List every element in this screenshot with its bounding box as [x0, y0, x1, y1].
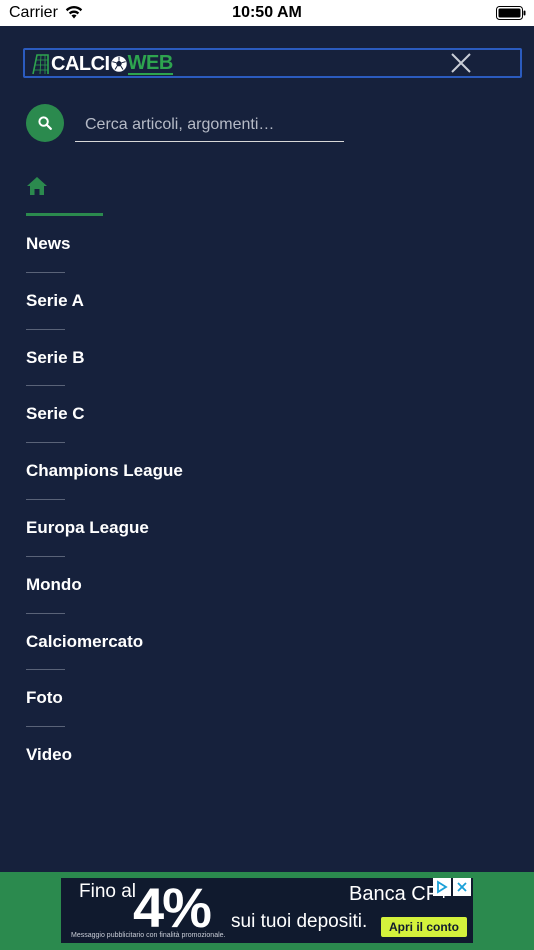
ad-close-icon[interactable] — [453, 878, 471, 896]
ad-rate-text: 4% — [133, 878, 212, 939]
nav-item-serie-a[interactable]: Serie A — [26, 273, 506, 330]
nav-item-label: Serie B — [26, 347, 85, 367]
nav-item-label: Mondo — [26, 574, 82, 594]
football-icon — [110, 56, 127, 72]
logo-text-calci: CALCI — [51, 52, 110, 75]
ad-tagline-text: sui tuoi depositi. — [231, 911, 368, 932]
nav-item-label: Serie A — [26, 290, 84, 310]
logo-text-web: WEB — [127, 52, 173, 75]
nav-item-serie-c[interactable]: Serie C — [26, 386, 506, 444]
search-button[interactable] — [26, 104, 64, 142]
side-menu: CALCI WEB News — [0, 26, 534, 872]
menu-header: CALCI WEB — [23, 48, 522, 78]
clock: 10:50 AM — [232, 4, 302, 21]
status-bar: Carrier 10:50 AM — [0, 0, 534, 26]
calcioweb-logo[interactable]: CALCI WEB — [31, 52, 173, 76]
nav-item-mondo[interactable]: Mondo — [26, 557, 506, 614]
nav-item-label: Video — [26, 745, 72, 765]
close-menu-button[interactable] — [449, 51, 473, 75]
ad-banner[interactable]: Fino al 4% Banca CF+ sui tuoi depositi. … — [61, 878, 473, 943]
home-button[interactable] — [26, 176, 48, 196]
search-input[interactable] — [75, 108, 344, 142]
nav-item-label: Champions League — [26, 461, 183, 481]
nav-item-europa-league[interactable]: Europa League — [26, 500, 506, 557]
ad-prefix-text: Fino al — [79, 881, 137, 902]
battery-icon — [496, 6, 526, 20]
goal-net-icon — [32, 54, 49, 75]
nav-menu: News Serie A Serie B Serie C Champions L… — [26, 216, 506, 784]
home-icon — [27, 177, 47, 195]
nav-item-serie-b[interactable]: Serie B — [26, 330, 506, 387]
nav-item-calciomercato[interactable]: Calciomercato — [26, 614, 506, 671]
nav-item-label: Serie C — [26, 404, 85, 424]
ad-choices-icon[interactable] — [433, 878, 451, 896]
nav-item-champions-league[interactable]: Champions League — [26, 443, 506, 500]
nav-item-label: Foto — [26, 688, 63, 708]
ad-disclaimer-text: Messaggio pubblicitario con finalità pro… — [71, 932, 226, 939]
nav-item-video[interactable]: Video — [26, 727, 506, 784]
search-icon — [38, 116, 52, 130]
nav-item-foto[interactable]: Foto — [26, 670, 506, 728]
ad-cta-button[interactable]: Apri il conto — [381, 917, 467, 937]
nav-item-label: Calciomercato — [26, 631, 144, 651]
nav-item-news[interactable]: News — [26, 216, 506, 273]
nav-item-label: Europa League — [26, 517, 149, 537]
ad-area: Fino al 4% Banca CF+ sui tuoi depositi. … — [0, 872, 534, 950]
close-icon — [451, 53, 471, 73]
nav-item-label: News — [26, 234, 71, 253]
